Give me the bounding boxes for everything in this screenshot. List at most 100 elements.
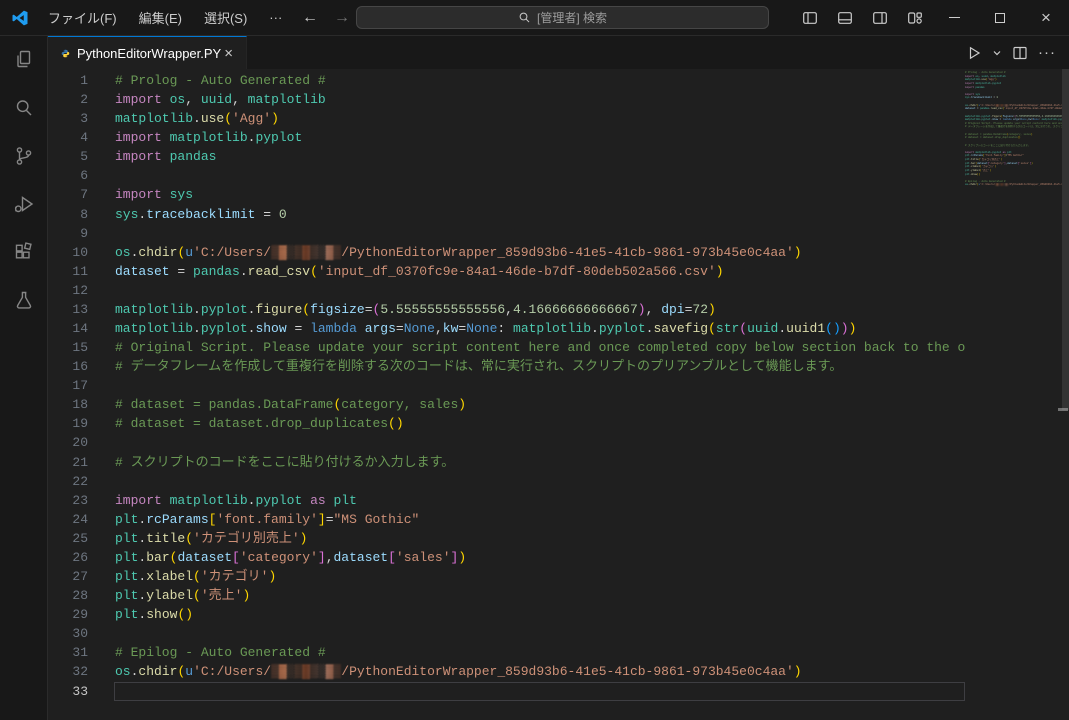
line-number[interactable]: 14 (48, 319, 88, 338)
line-number[interactable]: 18 (48, 395, 88, 414)
line-number[interactable]: 1 (48, 71, 88, 90)
toggle-primary-sidebar-icon[interactable] (796, 5, 824, 31)
code-line[interactable]: 33 (48, 682, 965, 701)
line-number[interactable]: 11 (48, 262, 88, 281)
line-number[interactable]: 32 (48, 662, 88, 681)
toggle-secondary-sidebar-icon[interactable] (866, 5, 894, 31)
line-number[interactable]: 23 (48, 491, 88, 510)
code-line[interactable]: 9 (48, 224, 965, 243)
code-line[interactable]: 16# データフレームを作成して重複行を削除する次のコードは、常に実行され、スク… (48, 357, 965, 376)
minimap[interactable]: # Prolog - Auto Generated #import os, uu… (965, 71, 1062, 711)
code-line[interactable]: 29plt.show() (48, 605, 965, 624)
line-number[interactable]: 21 (48, 453, 88, 472)
code-line[interactable]: 5import pandas (48, 147, 965, 166)
go-forward-icon[interactable]: → (334, 9, 350, 27)
line-number[interactable]: 26 (48, 548, 88, 567)
menu-overflow-ellipsis[interactable]: ··· (260, 6, 291, 29)
code-line[interactable]: 21 # スクリプトのコードをここに貼り付けるか入力します。 (48, 453, 965, 472)
code-line[interactable]: 2 import os, uuid, matplotlib (48, 90, 965, 109)
code-line[interactable]: 6 (48, 166, 965, 185)
toggle-panel-icon[interactable] (831, 5, 859, 31)
line-number[interactable]: 5 (48, 147, 88, 166)
line-number[interactable]: 3 (48, 109, 88, 128)
code-line[interactable]: 28plt.ylabel('売上') (48, 586, 965, 605)
run-debug-icon[interactable] (0, 180, 48, 228)
explorer-icon[interactable] (0, 36, 48, 84)
menu-selection[interactable]: 選択(S) (195, 4, 256, 31)
code-line[interactable]: 30 (48, 624, 965, 643)
line-number[interactable]: 29 (48, 605, 88, 624)
code-line[interactable]: 24plt.rcParams['font.family']="MS Gothic… (48, 510, 965, 529)
line-number[interactable]: 33 (48, 682, 88, 701)
code-line[interactable]: 7import sys (48, 185, 965, 204)
code-line[interactable]: 15# Original Script. Please update your … (48, 338, 965, 357)
code-line[interactable]: 17 (48, 376, 965, 395)
line-number[interactable]: 12 (48, 281, 88, 300)
line-number[interactable]: 30 (48, 624, 88, 643)
search-command-center[interactable]: [管理者] 検索 (356, 6, 769, 29)
code-line[interactable]: 31# Epilog - Auto Generated # (48, 643, 965, 662)
code-area[interactable]: 1 # Prolog - Auto Generated # 2 import os, … (48, 71, 965, 701)
code-line[interactable]: 19# dataset = dataset.drop_duplicates() (48, 414, 965, 433)
close-icon[interactable]: × (1023, 0, 1069, 35)
vertical-scrollbar[interactable] (1062, 69, 1069, 410)
source-control-icon[interactable] (0, 132, 48, 180)
extensions-icon[interactable] (0, 228, 48, 276)
code-line[interactable]: 8sys.tracebacklimit = 0 (48, 205, 965, 224)
line-number[interactable]: 10 (48, 243, 88, 262)
tab-close-icon[interactable]: × (221, 45, 236, 62)
tab-pythoneditorwrapper[interactable]: PythonEditorWrapper.PY × (48, 36, 247, 69)
line-number[interactable]: 19 (48, 414, 88, 433)
code-line[interactable]: 3matplotlib.use('Agg') (48, 109, 965, 128)
editor-pane[interactable]: 1 # Prolog - Auto Generated # 2 import os, … (48, 69, 1069, 720)
line-number[interactable]: 20 (48, 433, 88, 452)
customize-layout-icon[interactable] (901, 5, 929, 31)
code-text: # Prolog - Auto Generated # (115, 71, 965, 90)
minimap-line (965, 187, 1062, 191)
search-icon[interactable] (0, 84, 48, 132)
line-number[interactable]: 17 (48, 376, 88, 395)
code-line[interactable]: 27plt.xlabel('カテゴリ') (48, 567, 965, 586)
line-number[interactable]: 13 (48, 300, 88, 319)
testing-icon[interactable] (0, 276, 48, 324)
line-number[interactable]: 24 (48, 510, 88, 529)
code-text: import os, uuid, matplotlib (115, 90, 965, 109)
line-number[interactable]: 8 (48, 205, 88, 224)
line-number[interactable]: 2 (48, 90, 88, 109)
code-line[interactable]: 4import matplotlib.pyplot (48, 128, 965, 147)
code-line[interactable]: 14matplotlib.pyplot.show = lambda args=N… (48, 319, 965, 338)
line-number[interactable]: 7 (48, 185, 88, 204)
line-number[interactable]: 31 (48, 643, 88, 662)
line-number[interactable]: 28 (48, 586, 88, 605)
line-number[interactable]: 27 (48, 567, 88, 586)
menu-edit[interactable]: 編集(E) (130, 4, 191, 31)
code-line[interactable]: 13matplotlib.pyplot.figure(figsize=(5.55… (48, 300, 965, 319)
code-line[interactable]: 25plt.title('カテゴリ別売上') (48, 529, 965, 548)
line-number[interactable]: 15 (48, 338, 88, 357)
run-dropdown-chevron-icon[interactable] (989, 41, 1005, 65)
code-line[interactable]: 10os.chdir(u'C:/Users/▒▓░▒▓▒░▓▒/PythonEd… (48, 243, 965, 262)
line-number[interactable]: 9 (48, 224, 88, 243)
minimize-icon[interactable] (931, 0, 977, 35)
code-line[interactable]: 32os.chdir(u'C:/Users/▒▓░▒▓▒░▓▒/PythonEd… (48, 662, 965, 681)
code-line[interactable]: 12 (48, 281, 965, 300)
split-editor-icon[interactable] (1009, 41, 1031, 65)
more-actions-icon[interactable]: ··· (1035, 41, 1059, 65)
go-back-icon[interactable]: ← (302, 9, 318, 27)
code-line[interactable]: 20 (48, 433, 965, 452)
menu-file[interactable]: ファイル(F) (39, 4, 126, 31)
maximize-icon[interactable] (977, 0, 1023, 35)
line-number[interactable]: 6 (48, 166, 88, 185)
line-number[interactable]: 22 (48, 472, 88, 491)
line-number[interactable]: 16 (48, 357, 88, 376)
line-number[interactable]: 4 (48, 128, 88, 147)
code-text: # スクリプトのコードをここに貼り付けるか入力します。 (115, 453, 965, 472)
code-line[interactable]: 23import matplotlib.pyplot as plt (48, 491, 965, 510)
code-line[interactable]: 26plt.bar(dataset['category'],dataset['s… (48, 548, 965, 567)
line-number[interactable]: 25 (48, 529, 88, 548)
run-icon[interactable] (963, 41, 985, 65)
code-line[interactable]: 18# dataset = pandas.DataFrame(category,… (48, 395, 965, 414)
code-line[interactable]: 22 (48, 472, 965, 491)
code-line[interactable]: 1 # Prolog - Auto Generated # (48, 71, 965, 90)
code-line[interactable]: 11dataset = pandas.read_csv('input_df_03… (48, 262, 965, 281)
